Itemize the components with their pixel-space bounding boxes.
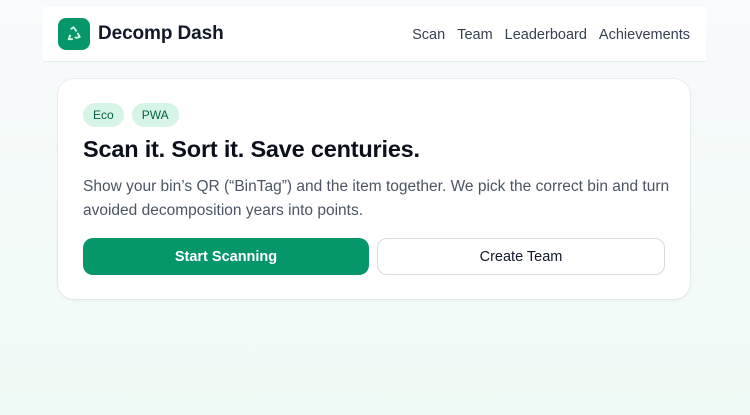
start-scanning-button[interactable]: Start Scanning [83,238,369,275]
tag-pwa: PWA [131,103,179,127]
top-bar: Decomp Dash Scan Team Leaderboard Achiev… [43,7,706,62]
hero-title: Scan it. Sort it. Save centuries. [83,136,420,162]
main-nav: Scan Team Leaderboard Achievements [412,7,690,62]
hero-card: Eco PWA Scan it. Sort it. Save centuries… [58,79,690,299]
brand[interactable]: Decomp Dash [58,18,224,50]
brand-name: Decomp Dash [98,23,224,44]
nav-scan[interactable]: Scan [412,27,445,43]
tag-list: Eco PWA [83,103,179,127]
nav-team[interactable]: Team [457,27,492,43]
nav-achievements[interactable]: Achievements [599,27,690,43]
hero-description: Show your bin’s QR (“BinTag”) and the it… [83,178,670,219]
nav-leaderboard[interactable]: Leaderboard [505,27,587,43]
create-team-button[interactable]: Create Team [377,238,665,275]
tag-eco: Eco [83,103,124,127]
recycle-icon [58,18,90,50]
